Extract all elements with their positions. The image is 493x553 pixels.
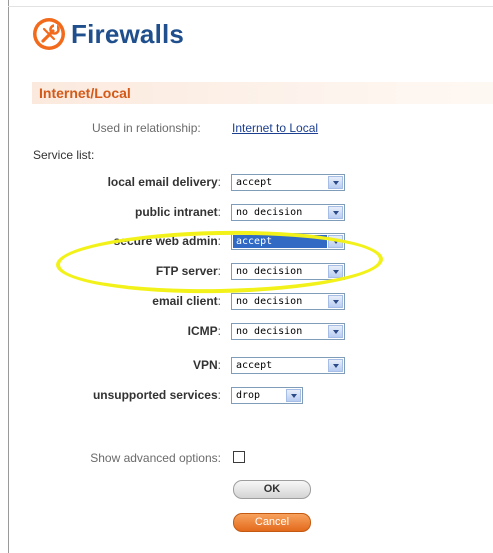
- chevron-down-icon[interactable]: [328, 325, 343, 338]
- advanced-options-label: Show advanced options:: [90, 451, 221, 465]
- chevron-down-icon[interactable]: [328, 265, 343, 278]
- window-top-border: [8, 6, 493, 7]
- service-label-local-email-delivery: local email delivery:: [108, 175, 221, 189]
- service-label-unsupported-services: unsupported services:: [93, 388, 221, 402]
- service-name: secure web admin: [113, 234, 218, 248]
- chevron-down-icon[interactable]: [328, 176, 343, 189]
- select-value: no decision: [236, 266, 303, 277]
- section-title: Internet/Local: [39, 85, 131, 101]
- service-label-public-intranet: public intranet:: [135, 205, 221, 219]
- service-name: ICMP: [187, 324, 218, 338]
- service-list-label: Service list:: [33, 148, 95, 162]
- ok-button[interactable]: OK: [233, 480, 311, 499]
- service-name: email client: [152, 294, 218, 308]
- colon: :: [217, 205, 221, 219]
- colon: :: [217, 358, 221, 372]
- select-local-email-delivery[interactable]: accept: [231, 174, 345, 191]
- select-value: no decision: [236, 326, 303, 337]
- select-public-intranet[interactable]: no decision: [231, 204, 345, 221]
- colon: :: [217, 234, 221, 248]
- service-label-vpn: VPN:: [193, 358, 221, 372]
- chevron-down-icon[interactable]: [328, 235, 343, 248]
- service-name: unsupported services: [92, 388, 218, 402]
- select-value: no decision: [236, 207, 303, 218]
- select-value: no decision: [236, 296, 303, 307]
- select-email-client[interactable]: no decision: [231, 293, 345, 310]
- service-label-icmp: ICMP:: [188, 324, 221, 338]
- service-name: public intranet: [134, 205, 218, 219]
- advanced-options-checkbox[interactable]: [233, 451, 245, 463]
- chevron-down-icon[interactable]: [328, 206, 343, 219]
- service-name: VPN: [192, 358, 218, 372]
- chevron-down-icon[interactable]: [328, 295, 343, 308]
- select-unsupported-services[interactable]: drop: [231, 387, 303, 404]
- chevron-down-icon[interactable]: [286, 389, 301, 402]
- service-label-secure-web-admin: secure web admin:: [114, 234, 221, 248]
- colon: :: [217, 175, 221, 189]
- select-vpn[interactable]: accept: [231, 357, 345, 374]
- service-name: FTP server: [155, 264, 218, 278]
- service-label-ftp-server: FTP server:: [156, 264, 221, 278]
- section-header: Internet/Local: [32, 82, 493, 104]
- page-title-text: Firewalls: [71, 18, 185, 49]
- select-value: accept: [236, 360, 273, 371]
- colon: :: [217, 264, 221, 278]
- select-value: accept: [236, 177, 273, 188]
- colon: :: [217, 294, 221, 308]
- select-value: drop: [236, 390, 261, 401]
- cancel-button[interactable]: Cancel: [233, 513, 311, 532]
- service-label-email-client: email client:: [152, 294, 221, 308]
- colon: :: [217, 324, 221, 338]
- page-title: Firewalls: [32, 17, 184, 51]
- tools-icon: [32, 17, 66, 51]
- colon: :: [217, 388, 221, 402]
- service-name: local email delivery: [107, 175, 218, 189]
- select-ftp-server[interactable]: no decision: [231, 263, 345, 280]
- select-value: accept: [236, 236, 273, 247]
- select-secure-web-admin[interactable]: accept: [231, 233, 345, 250]
- relationship-label: Used in relationship:: [92, 121, 201, 135]
- relationship-link[interactable]: Internet to Local: [232, 121, 318, 135]
- select-icmp[interactable]: no decision: [231, 323, 345, 340]
- chevron-down-icon[interactable]: [328, 359, 343, 372]
- window-left-border: [8, 0, 9, 553]
